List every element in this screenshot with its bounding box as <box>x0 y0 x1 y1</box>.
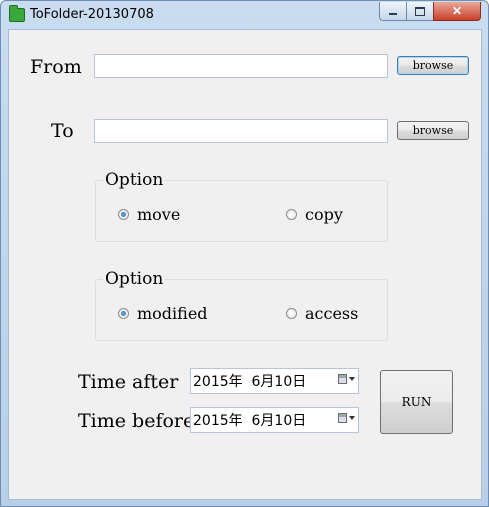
modified-radio-label: modified <box>137 304 208 323</box>
to-path-input[interactable] <box>94 119 388 143</box>
operation-option-group: Option move copy <box>95 170 388 242</box>
copy-radio-label: copy <box>305 205 343 224</box>
from-browse-button[interactable]: browse <box>397 56 469 75</box>
operation-option-title: Option <box>103 170 166 190</box>
modified-radio[interactable]: modified <box>118 304 208 323</box>
move-radio-label: move <box>137 205 181 224</box>
run-button[interactable]: RUN <box>380 370 453 434</box>
copy-radio[interactable]: copy <box>286 205 343 224</box>
minimize-icon <box>389 13 397 15</box>
time-after-date-picker[interactable]: 2015年 6月10日 <box>190 368 359 394</box>
time-after-calendar-dropdown[interactable] <box>338 374 355 384</box>
time-before-date-picker[interactable]: 2015年 6月10日 <box>190 407 359 433</box>
chevron-down-icon <box>349 377 355 381</box>
time-after-date-value: 2015年 6月10日 <box>193 374 307 390</box>
folder-icon <box>9 5 25 22</box>
access-radio[interactable]: access <box>286 304 358 323</box>
modified-radio-indicator <box>118 308 129 319</box>
move-radio[interactable]: move <box>118 205 180 224</box>
time-after-label: Time after <box>78 371 179 393</box>
to-label: To <box>51 120 74 142</box>
maximize-icon <box>415 6 425 16</box>
access-radio-label: access <box>305 304 359 323</box>
title-bar[interactable]: ToFolder-20130708 ✕ <box>1 1 488 29</box>
close-button[interactable]: ✕ <box>433 2 481 21</box>
minimize-button[interactable] <box>379 2 407 21</box>
chevron-down-icon <box>349 416 355 420</box>
app-window: ToFolder-20130708 ✕ From browse To brows… <box>0 0 489 507</box>
access-radio-indicator <box>286 308 297 319</box>
time-before-date-value: 2015年 6月10日 <box>193 413 307 429</box>
time-before-label: Time before <box>78 410 195 432</box>
from-label: From <box>30 56 82 78</box>
copy-radio-indicator <box>286 209 297 220</box>
calendar-icon <box>338 374 347 384</box>
move-radio-indicator <box>118 209 129 220</box>
to-browse-button[interactable]: browse <box>397 121 469 140</box>
window-title: ToFolder-20130708 <box>30 7 154 22</box>
time-type-option-group: Option modified access <box>95 269 388 341</box>
calendar-icon <box>338 413 347 423</box>
close-icon: ✕ <box>451 4 463 18</box>
maximize-button[interactable] <box>406 2 434 21</box>
time-type-option-title: Option <box>103 269 166 289</box>
from-path-input[interactable] <box>94 54 388 78</box>
client-area: From browse To browse Option move copy O… <box>8 29 482 500</box>
time-before-calendar-dropdown[interactable] <box>338 413 355 423</box>
